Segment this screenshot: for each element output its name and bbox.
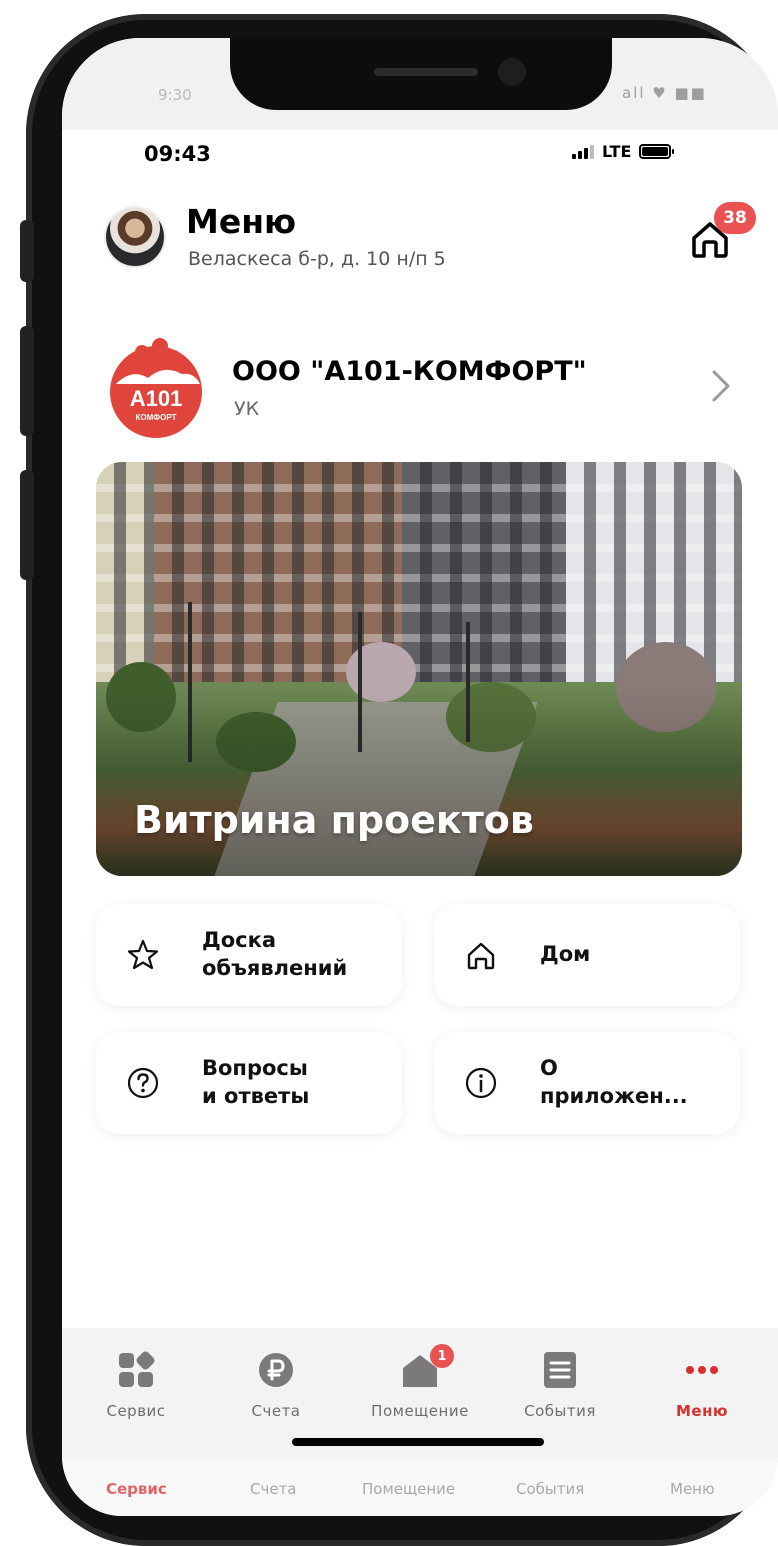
tab-menu[interactable]: Меню (632, 1350, 772, 1420)
tile-label-line1: О (540, 1056, 558, 1080)
device-status-band: 9:30 all ♥ ■■ (62, 38, 778, 130)
logo-subtext: КОМФОРТ (136, 413, 177, 422)
ghost-tab-bills[interactable]: Счета (250, 1480, 297, 1498)
ghost-tab-premises[interactable]: Помещение (362, 1480, 455, 1498)
device-status-icons: all ♥ ■■ (622, 84, 707, 102)
side-button-mute (20, 220, 34, 282)
ruble-icon (259, 1353, 293, 1387)
tile-label-line1: Дом (540, 942, 591, 966)
tile-label-line2: приложен... (540, 1084, 688, 1108)
tab-label: События (524, 1402, 596, 1420)
tab-label: Сервис (106, 1402, 166, 1420)
tile-bulletin-board[interactable]: Доска объявлений (96, 904, 402, 1006)
tile-label-line1: Доска (202, 928, 277, 952)
tile-label-line2: и ответы (202, 1084, 310, 1108)
status-indicators: LTE (572, 142, 675, 161)
chevron-right-icon[interactable] (708, 366, 734, 406)
ghost-tab-service[interactable]: Сервис (106, 1480, 167, 1498)
tab-premises[interactable]: 1 Помещение (350, 1344, 490, 1420)
side-button-volume-up (20, 326, 34, 436)
list-icon (544, 1352, 576, 1388)
logo-text: А101 (130, 386, 183, 411)
device-clock: 9:30 (158, 86, 192, 104)
tile-home[interactable]: Дом (434, 904, 740, 1006)
tab-label: Счета (251, 1402, 301, 1420)
company-type: УК (234, 398, 260, 420)
signal-icon (572, 144, 594, 159)
page-title: Меню (186, 202, 297, 241)
company-logo[interactable]: А101 КОМФОРТ (102, 334, 210, 442)
battery-icon (639, 144, 675, 159)
speaker-grille (374, 68, 478, 76)
tile-label-line2: объявлений (202, 956, 348, 980)
front-camera (498, 58, 526, 86)
tab-bills[interactable]: Счета (206, 1350, 346, 1420)
star-icon (127, 939, 159, 970)
question-icon (127, 1067, 159, 1099)
projects-showcase-banner[interactable]: Витрина проектов (96, 462, 742, 876)
dots-icon (686, 1366, 718, 1374)
tile-about-app[interactable]: О приложен... (434, 1032, 740, 1134)
ghost-tab-events[interactable]: События (516, 1480, 584, 1498)
home-icon (467, 942, 495, 970)
notifications-badge: 38 (714, 202, 756, 234)
tab-label: Помещение (371, 1402, 469, 1420)
banner-title: Витрина проектов (134, 798, 534, 842)
tab-label-active: Меню (675, 1402, 729, 1420)
ghost-tab-menu[interactable]: Меню (670, 1480, 715, 1498)
tab-events[interactable]: События (490, 1350, 630, 1420)
tab-service[interactable]: Сервис (66, 1350, 206, 1420)
premises-badge: 1 (430, 1344, 454, 1368)
user-avatar[interactable] (104, 206, 166, 268)
company-name[interactable]: ООО "А101-КОМФОРТ" (232, 356, 587, 387)
status-clock: 09:43 (144, 142, 211, 166)
side-button-volume-down (20, 470, 34, 580)
info-icon (465, 1067, 497, 1099)
grid-icon (119, 1351, 155, 1387)
address-subtitle: Веласкеса б-р, д. 10 н/п 5 (188, 248, 446, 270)
camera-notch (230, 38, 612, 110)
secondary-tab-bar: Сервис Счета Помещение События Меню (62, 1458, 778, 1516)
network-type: LTE (602, 142, 632, 161)
app-screen: 9:30 all ♥ ■■ 09:43 LTE Меню Веласкеса б… (62, 38, 778, 1516)
home-indicator[interactable] (292, 1438, 544, 1446)
tile-faq[interactable]: Вопросы и ответы (96, 1032, 402, 1134)
tile-label-line1: Вопросы (202, 1056, 308, 1080)
